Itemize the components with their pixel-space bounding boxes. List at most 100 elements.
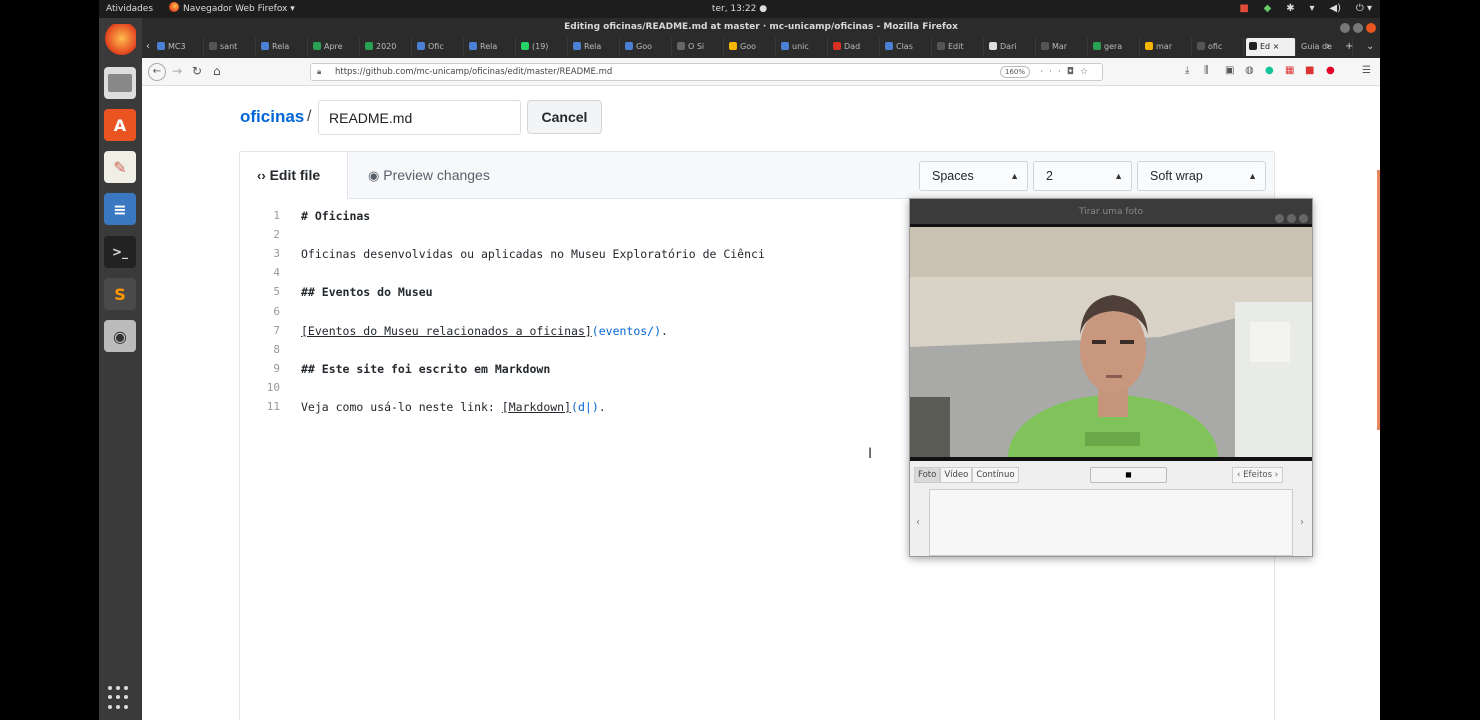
maximize-button[interactable] (1353, 23, 1363, 33)
code-line[interactable]: # Oficinas (301, 209, 370, 223)
puzzle-icon[interactable]: ✱ (1286, 0, 1294, 18)
browser-tab[interactable]: mar (1142, 38, 1192, 56)
account-icon[interactable]: ◍ (1245, 65, 1254, 76)
tab-scroll-left-icon[interactable]: ‹ (146, 38, 150, 56)
pocket-icon[interactable]: ◘ (1067, 67, 1080, 77)
reload-icon[interactable]: ↻ (192, 64, 202, 78)
zoom-indicator[interactable]: 160% (999, 66, 1030, 78)
system-tray[interactable]: ■ ◆ ✱ ▾ ◀) ⏻ ▾ (1227, 0, 1372, 18)
thumbnail-strip[interactable] (929, 489, 1293, 556)
tab-label: Ed (1260, 42, 1271, 51)
browser-tab[interactable]: Goo (622, 38, 672, 56)
browser-tab[interactable]: Ofic (414, 38, 464, 56)
wrap-mode-select[interactable]: Soft wrap ▲ (1137, 161, 1266, 191)
clock[interactable]: ter, 13:22 ● (99, 0, 1380, 18)
browser-tab[interactable]: Goo (726, 38, 776, 56)
url-bar[interactable]: 🔒︎ https://github.com/mc-unicamp/oficina… (310, 63, 1103, 81)
close-window-button[interactable] (1366, 23, 1376, 33)
extension-red-icon[interactable]: ■ (1305, 65, 1314, 76)
filename-input[interactable] (318, 100, 521, 135)
effects-prev-icon[interactable]: ‹ (1237, 470, 1240, 480)
writer-dock-icon[interactable]: ≡ (104, 193, 136, 225)
menu-icon[interactable]: ☰ (1362, 65, 1371, 76)
indent-mode-select[interactable]: Spaces ▲ (919, 161, 1028, 191)
mode-burst-button[interactable]: Contínuo (972, 467, 1019, 483)
list-tabs-icon[interactable]: ⌄ (1366, 38, 1374, 56)
browser-tab[interactable]: Dad (830, 38, 880, 56)
browser-tab[interactable]: unic (778, 38, 828, 56)
text-editor-dock-icon[interactable]: ✎ (104, 151, 136, 183)
camera-indicator-icon[interactable]: ■ (1239, 0, 1248, 18)
breadcrumb-repo-link[interactable]: oficinas (240, 107, 304, 127)
software-dock-icon[interactable]: A (104, 109, 136, 141)
extension-icon[interactable]: ▦ (1285, 65, 1294, 76)
firefox-dock-icon[interactable] (104, 24, 136, 56)
mode-photo-button[interactable]: Foto (914, 467, 941, 483)
window-title: Editing oficinas/README.md at master · m… (564, 22, 958, 32)
effects-next-icon[interactable]: › (1275, 470, 1278, 480)
cheese-dock-icon[interactable]: ◉ (104, 320, 136, 352)
sidebar-icon[interactable]: ▣ (1225, 65, 1234, 76)
browser-tab[interactable]: 2020 (362, 38, 412, 56)
browser-tab[interactable]: sant (206, 38, 256, 56)
sublime-dock-icon[interactable]: S (104, 278, 136, 310)
new-tab-button[interactable]: + (1345, 38, 1353, 56)
tab-label: MC3 (168, 42, 186, 51)
wifi-icon[interactable]: ▾ (1310, 0, 1315, 18)
browser-tab[interactable]: Rela (258, 38, 308, 56)
browser-tab[interactable]: Edit (934, 38, 984, 56)
code-line[interactable]: Veja como usá-lo neste link: [Markdown](… (301, 400, 606, 414)
line-number: 5 (273, 285, 280, 298)
library-icon[interactable]: ⫼ (1204, 65, 1209, 76)
cheese-minimize-button[interactable] (1275, 214, 1284, 223)
indent-size-select[interactable]: 2 ▲ (1033, 161, 1132, 191)
tab-scroll-right-icon[interactable]: › (1326, 38, 1330, 56)
close-tab-icon[interactable]: × (1270, 42, 1280, 51)
code-line[interactable]: [Eventos do Museu relacionados a oficina… (301, 324, 668, 338)
browser-tab[interactable]: O Si (674, 38, 724, 56)
code-line[interactable]: Oficinas desenvolvidas ou aplicadas no M… (301, 247, 765, 261)
scrollbar[interactable] (1377, 170, 1380, 430)
browser-tab[interactable]: MC3 (154, 38, 204, 56)
show-applications-icon[interactable] (108, 686, 132, 710)
cancel-button[interactable]: Cancel (527, 100, 602, 134)
browser-tab[interactable]: Dari (986, 38, 1036, 56)
back-icon[interactable]: ← (148, 63, 166, 81)
browser-tab[interactable]: gera (1090, 38, 1140, 56)
browser-tab[interactable]: Apre (310, 38, 360, 56)
lock-icon[interactable]: 🔒︎ (317, 64, 321, 80)
code-line[interactable]: ## Este site foi escrito em Markdown (301, 362, 550, 376)
shield-icon[interactable]: ◆ (1264, 0, 1272, 18)
terminal-dock-icon[interactable]: >_ (104, 236, 136, 268)
thumbnails-next-icon[interactable]: › (1300, 517, 1304, 528)
browser-tab[interactable]: ofic (1194, 38, 1244, 56)
browser-tab[interactable]: Rela (466, 38, 516, 56)
browser-tab[interactable]: Clas (882, 38, 932, 56)
home-icon[interactable]: ⌂ (213, 64, 221, 78)
pinterest-icon[interactable]: ● (1326, 65, 1335, 76)
mode-video-button[interactable]: Vídeo (940, 467, 973, 483)
bookmark-star-icon[interactable]: ☆ (1080, 67, 1094, 77)
tab-label: Edit (948, 42, 964, 51)
power-icon[interactable]: ⏻ ▾ (1356, 0, 1372, 18)
cheese-maximize-button[interactable] (1287, 214, 1296, 223)
take-photo-button[interactable]: ◼ (1090, 467, 1167, 483)
tab-preview-changes[interactable]: ◉ Preview changes (368, 152, 490, 199)
browser-tab[interactable]: Ed × (1246, 38, 1296, 56)
thumbnails-prev-icon[interactable]: ‹ (916, 517, 920, 528)
browser-tab[interactable]: (19) (518, 38, 568, 56)
browser-tab[interactable]: Rela (570, 38, 620, 56)
code-line[interactable]: ## Eventos do Museu (301, 285, 433, 299)
effects-button[interactable]: Efeitos (1243, 470, 1272, 480)
grammarly-extension-icon[interactable]: ● (1265, 65, 1274, 76)
tab-edit-file[interactable]: ‹› Edit file (240, 152, 348, 199)
forward-icon[interactable]: → (172, 64, 182, 78)
markdown-link-text: [Eventos do Museu relacionados a oficina… (301, 324, 592, 338)
cheese-close-button[interactable] (1299, 214, 1308, 223)
volume-icon[interactable]: ◀) (1329, 0, 1341, 18)
minimize-button[interactable] (1340, 23, 1350, 33)
page-actions-icon[interactable]: ··· (1040, 67, 1067, 77)
browser-tab[interactable]: Mar (1038, 38, 1088, 56)
files-dock-icon[interactable] (104, 67, 136, 99)
downloads-icon[interactable]: ⤓ (1185, 65, 1189, 76)
